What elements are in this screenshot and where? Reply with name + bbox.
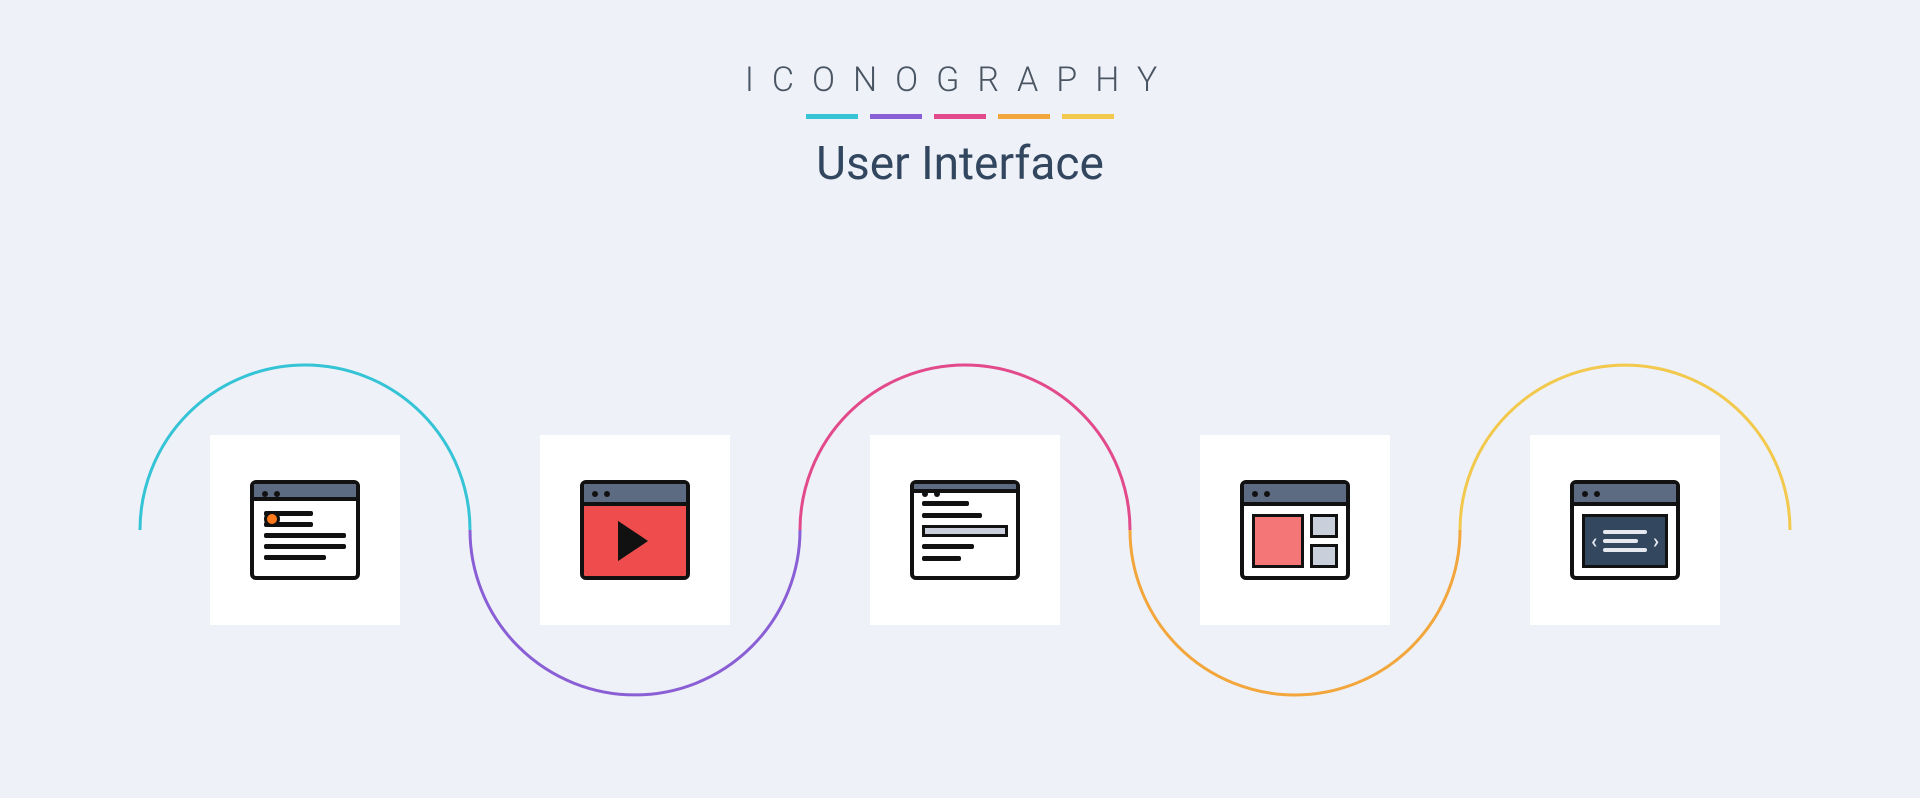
divider-seg-1 [806, 114, 858, 119]
pack-subtitle: User Interface [0, 137, 1920, 191]
icon-card-5: ‹ › [1530, 435, 1720, 625]
color-divider [800, 114, 1120, 119]
divider-seg-2 [870, 114, 922, 119]
search-window-icon [910, 480, 1020, 580]
code-window-icon: ‹ › [1570, 480, 1680, 580]
article-window-icon [250, 480, 360, 580]
icon-card-1 [210, 435, 400, 625]
angle-right-icon: › [1653, 529, 1659, 553]
divider-seg-5 [1062, 114, 1114, 119]
divider-seg-3 [934, 114, 986, 119]
header: ICONOGRAPHY User Interface [0, 60, 1920, 191]
divider-seg-4 [998, 114, 1050, 119]
play-icon [622, 525, 648, 557]
video-window-icon [580, 480, 690, 580]
layout-sidebar-window-icon [1240, 480, 1350, 580]
icon-card-2 [540, 435, 730, 625]
icon-card-4 [1200, 435, 1390, 625]
icon-stage: ‹ › [0, 300, 1920, 760]
brand-title: ICONOGRAPHY [0, 60, 1920, 100]
icon-card-3 [870, 435, 1060, 625]
angle-left-icon: ‹ [1591, 529, 1597, 553]
